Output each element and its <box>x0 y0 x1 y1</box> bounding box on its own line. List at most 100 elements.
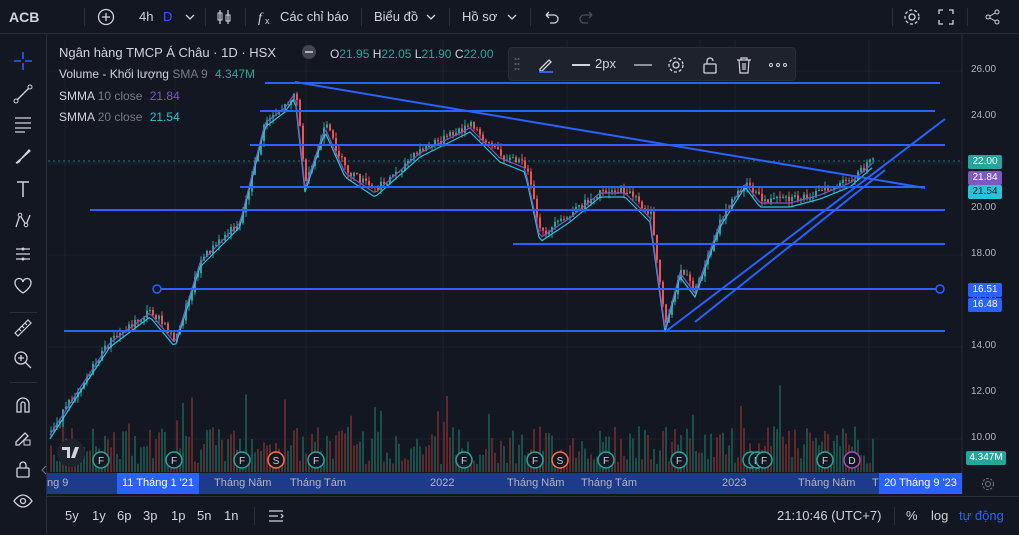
pattern-tool-icon[interactable] <box>8 206 38 236</box>
time-tick-label: Tháng Tám <box>290 477 347 489</box>
event-marker-F[interactable]: F <box>455 451 473 469</box>
event-marker-F[interactable]: F <box>92 451 110 469</box>
event-marker-F[interactable]: F <box>597 451 615 469</box>
ruler-icon[interactable] <box>8 313 38 343</box>
event-marker-F[interactable]: F <box>526 451 544 469</box>
range-5n-button[interactable]: 5n <box>197 497 211 535</box>
candle-body <box>446 135 448 137</box>
layout-template-button[interactable]: Biểu đồ <box>374 0 418 34</box>
volume-bar <box>569 445 571 472</box>
range-1y-button[interactable]: 1y <box>92 497 106 535</box>
chevron-down-icon[interactable] <box>505 10 519 24</box>
settings-gear-icon[interactable] <box>902 7 922 27</box>
event-marker-F[interactable]: F <box>816 451 834 469</box>
range-6p-button[interactable]: 6p <box>117 497 131 535</box>
volume-bar <box>155 438 157 472</box>
trend-line-icon[interactable] <box>8 79 38 109</box>
event-marker-F[interactable]: F <box>233 451 251 469</box>
volume-bar <box>512 430 514 472</box>
brush-icon[interactable] <box>8 141 38 171</box>
chevron-down-icon[interactable] <box>424 10 438 24</box>
chevron-down-icon[interactable] <box>183 10 197 24</box>
smma10-legend[interactable]: SMMA 10 close 21.84 <box>59 89 180 103</box>
heart-icon[interactable] <box>8 271 38 301</box>
volume-bar <box>740 405 742 472</box>
trash-icon[interactable] <box>734 55 754 75</box>
interval-d-button[interactable]: D <box>163 0 172 34</box>
range-1n-button[interactable]: 1n <box>224 497 238 535</box>
go-to-date-icon[interactable] <box>266 507 286 525</box>
volume-bar <box>833 440 835 472</box>
trend-line-drawing[interactable] <box>294 81 926 189</box>
interval-4h-button[interactable]: 4h <box>139 0 153 34</box>
undo-icon[interactable] <box>542 7 562 27</box>
profile-button[interactable]: Hồ sơ <box>462 0 497 34</box>
volume-bar <box>725 454 727 472</box>
range-3p-button[interactable]: 3p <box>143 497 157 535</box>
auto-scale-toggle[interactable]: tự động <box>959 497 1004 535</box>
unlock-icon[interactable] <box>700 55 720 75</box>
candle-body <box>428 145 430 147</box>
eye-icon[interactable] <box>8 486 38 516</box>
candle-body <box>653 211 655 235</box>
more-options-icon[interactable] <box>768 55 788 75</box>
text-tool-icon[interactable] <box>8 174 38 204</box>
log-scale-toggle[interactable]: log <box>931 497 948 535</box>
volume-bar <box>287 450 289 472</box>
chart-title[interactable]: Ngân hàng TMCP Á Châu · 1D · HSX <box>59 45 276 60</box>
drawing-settings-gear-icon[interactable] <box>666 55 686 75</box>
svg-text:F: F <box>761 456 767 467</box>
indicators-button[interactable]: Các chỉ báo <box>280 0 349 34</box>
volume-bar <box>326 435 328 472</box>
line-color-pencil-icon[interactable] <box>536 54 556 74</box>
range-1p-button[interactable]: 1p <box>171 497 185 535</box>
event-marker-F[interactable]: F <box>165 451 183 469</box>
zoom-in-icon[interactable] <box>8 345 38 375</box>
candle-body <box>809 198 811 200</box>
percent-scale-toggle[interactable]: % <box>906 497 918 535</box>
volume-bar <box>305 453 307 472</box>
prediction-tool-icon[interactable] <box>8 239 38 269</box>
event-marker-D[interactable]: D <box>843 451 861 469</box>
compare-symbol-icon[interactable] <box>96 7 116 27</box>
axis-settings-gear-icon[interactable] <box>980 476 996 492</box>
smma20-legend[interactable]: SMMA 20 close 21.54 <box>59 110 180 124</box>
line-style-icon[interactable] <box>633 58 653 72</box>
event-marker-S[interactable]: S <box>267 451 285 469</box>
volume-legend[interactable]: Volume - Khối lượng SMA 9 4.347M <box>59 67 255 81</box>
magnet-icon[interactable] <box>8 390 38 420</box>
volume-bar <box>218 429 220 472</box>
line-width-icon[interactable] <box>571 58 591 72</box>
volume-bar <box>404 458 406 472</box>
clock-timezone[interactable]: 21:10:46 (UTC+7) <box>777 497 881 535</box>
volume-bar <box>149 429 151 472</box>
drag-handle-icon[interactable] <box>513 56 521 72</box>
tradingview-logo-icon[interactable] <box>57 439 85 467</box>
redo-icon[interactable] <box>576 7 596 27</box>
volume-bar <box>695 451 697 472</box>
volume-bar <box>143 446 145 472</box>
drawing-anchor-handle[interactable] <box>935 284 945 294</box>
volume-axis-label: 4.347M <box>966 451 1006 465</box>
event-marker-F[interactable]: F <box>755 451 773 469</box>
collapse-legend-icon[interactable] <box>302 45 316 59</box>
lock-drawing-pencil-icon[interactable] <box>8 422 38 452</box>
candles-chart-type-icon[interactable] <box>214 7 234 27</box>
fib-retracement-icon[interactable] <box>8 109 38 139</box>
symbol-search[interactable]: ACB <box>9 0 39 34</box>
line-width-value[interactable]: 2px <box>595 48 616 82</box>
event-marker-F[interactable]: F <box>670 451 688 469</box>
smma20-param: 20 close <box>97 110 143 124</box>
indicators-fx-icon[interactable]: fx <box>256 7 276 27</box>
trend-line-drawing[interactable] <box>694 169 886 323</box>
range-5y-button[interactable]: 5y <box>65 497 79 535</box>
fullscreen-icon[interactable] <box>936 7 956 27</box>
event-marker-S[interactable]: S <box>551 451 569 469</box>
lock-icon[interactable] <box>8 454 38 484</box>
drawing-anchor-handle[interactable] <box>152 284 162 294</box>
crosshair-icon[interactable] <box>8 46 38 76</box>
candle-body <box>689 274 691 281</box>
event-marker-F[interactable]: F <box>307 451 325 469</box>
share-icon[interactable] <box>983 7 1003 27</box>
volume-bar <box>476 463 478 472</box>
